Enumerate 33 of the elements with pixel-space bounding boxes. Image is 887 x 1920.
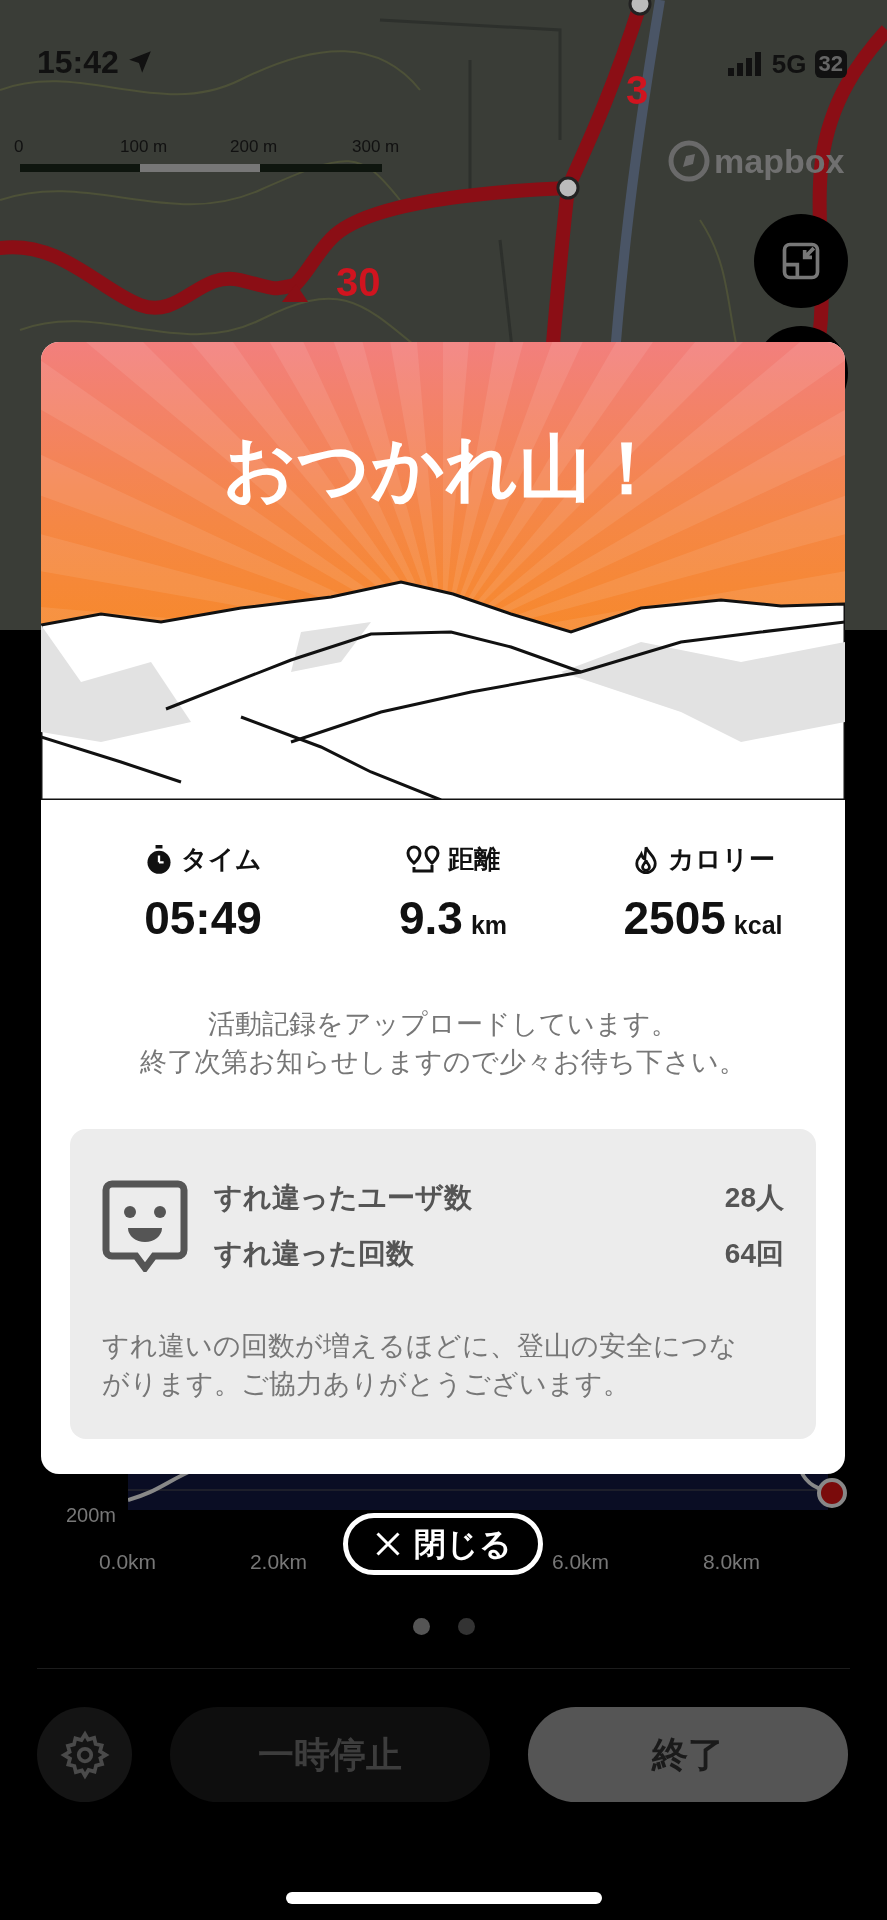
route-number-label: 30 bbox=[336, 262, 381, 302]
stat-value: 05:49 bbox=[144, 895, 262, 941]
stat-unit: km bbox=[470, 910, 508, 941]
encounter-label: すれ違ったユーザ数 bbox=[214, 1180, 472, 1215]
axis-label: 0.0km bbox=[98, 1549, 157, 1576]
axis-label: 8.0km bbox=[702, 1549, 761, 1576]
stat-label: 距離 bbox=[448, 843, 500, 876]
encounter-count: 64回 bbox=[724, 1236, 784, 1271]
close-button[interactable]: 閉じる bbox=[343, 1513, 543, 1575]
stopwatch-icon bbox=[144, 844, 173, 875]
finish-button[interactable]: 終了 bbox=[528, 1707, 848, 1802]
encounter-count: 28人 bbox=[724, 1180, 784, 1215]
stat-unit: kcal bbox=[733, 910, 783, 941]
battery-indicator: 32 bbox=[814, 50, 847, 78]
stat-value: 9.3 bbox=[398, 895, 463, 941]
close-icon bbox=[374, 1530, 402, 1558]
route-number-label: 3 bbox=[626, 70, 649, 110]
encounter-label: すれ違った回数 bbox=[214, 1236, 414, 1271]
stat-value: 2505 bbox=[623, 895, 726, 941]
axis-label: 200m bbox=[65, 1503, 116, 1528]
encounter-note: すれ違いの回数が増えるほどに、登山の安全につながります。ご協力ありがとうございます。 bbox=[102, 1329, 738, 1401]
axis-label: 6.0km bbox=[551, 1549, 610, 1576]
route-pins-icon bbox=[406, 844, 440, 875]
smiley-speech-bubble-icon bbox=[102, 1179, 188, 1272]
settings-icon bbox=[59, 1729, 110, 1780]
upload-message: 終了次第お知らせしますので少々お待ち下さい。 bbox=[140, 1045, 746, 1079]
upload-message: 活動記録をアップロードしています。 bbox=[208, 1007, 678, 1041]
signal-icon bbox=[727, 52, 764, 76]
axis-label: 2.0km bbox=[249, 1549, 308, 1576]
mapbox-logo-icon bbox=[668, 140, 710, 182]
dialog-title: おつかれ山！ bbox=[223, 432, 663, 504]
stat-label: タイム bbox=[180, 843, 262, 876]
stat-label: カロリー bbox=[667, 843, 775, 876]
